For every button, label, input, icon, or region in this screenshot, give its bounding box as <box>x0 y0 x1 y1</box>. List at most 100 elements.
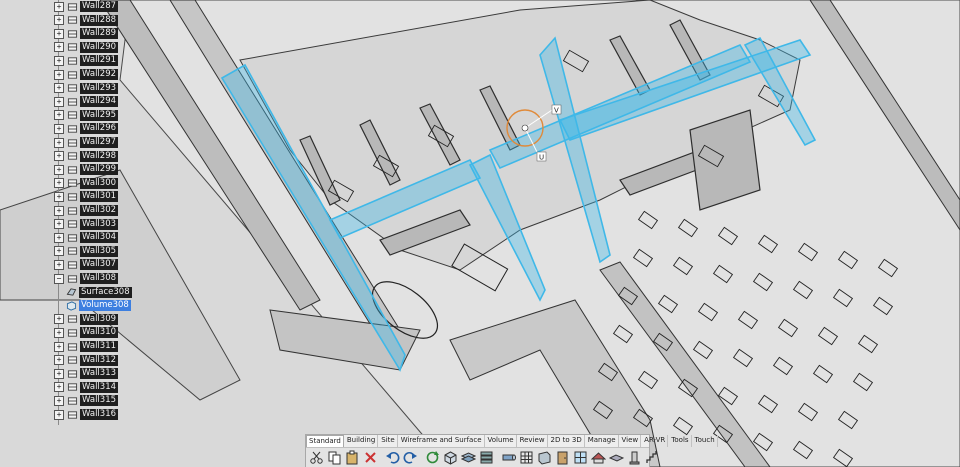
tree-node[interactable]: + Wall295 <box>54 109 119 122</box>
grid-button[interactable] <box>519 450 534 465</box>
tab-wireframe-and-surface[interactable]: Wireframe and Surface <box>399 435 485 447</box>
tree-node[interactable]: + Wall300 <box>54 177 119 190</box>
tree-node[interactable]: + Wall289 <box>54 27 119 40</box>
expand-icon[interactable]: + <box>54 395 64 406</box>
tree-node-label[interactable]: Wall299 <box>80 164 119 176</box>
tree-node-label[interactable]: Wall304 <box>80 232 119 244</box>
expand-icon[interactable]: + <box>54 219 64 230</box>
expand-icon[interactable]: + <box>54 409 64 420</box>
layers-button[interactable] <box>461 450 476 465</box>
tree-node-label[interactable]: Wall313 <box>80 368 119 380</box>
expand-icon[interactable]: + <box>54 123 64 134</box>
expand-icon[interactable]: + <box>54 382 64 393</box>
tab-2d-to-3d[interactable]: 2D to 3D <box>549 435 585 447</box>
tree-node-label[interactable]: Wall312 <box>80 354 119 366</box>
expand-icon[interactable]: + <box>54 368 64 379</box>
slab-button[interactable] <box>609 450 624 465</box>
expand-icon[interactable]: + <box>54 164 64 175</box>
tree-node[interactable]: + Wall303 <box>54 218 119 231</box>
tree-node[interactable]: + Wall301 <box>54 190 119 203</box>
tree-node[interactable]: + Wall307 <box>54 258 119 271</box>
collapse-icon[interactable]: − <box>54 273 64 284</box>
tab-touch[interactable]: Touch <box>693 435 718 447</box>
tree-node-label[interactable]: Wall297 <box>80 137 119 148</box>
expand-icon[interactable]: + <box>54 96 64 107</box>
tree-node-label[interactable]: Volume308 <box>79 300 131 312</box>
tab-manage[interactable]: Manage <box>586 435 619 447</box>
expand-icon[interactable]: + <box>54 151 64 162</box>
tree-node-label[interactable]: Wall293 <box>80 82 119 94</box>
pipe-button[interactable] <box>501 450 516 465</box>
manipulator-center[interactable] <box>521 124 529 132</box>
tree-node-label[interactable]: Wall301 <box>80 191 119 203</box>
tree-node[interactable]: + Wall302 <box>54 204 119 217</box>
redo-button[interactable] <box>403 450 418 465</box>
tree-node[interactable]: Surface308 <box>66 286 132 299</box>
tree-node[interactable]: + Wall312 <box>54 354 119 367</box>
tree-node-label[interactable]: Wall314 <box>80 381 119 393</box>
tree-node-label[interactable]: Wall315 <box>80 395 119 407</box>
tab-standard[interactable]: Standard <box>306 435 344 447</box>
tab-tools[interactable]: Tools <box>669 435 692 447</box>
tab-view[interactable]: View <box>620 435 642 447</box>
tree-node[interactable]: + Wall297 <box>54 136 119 149</box>
expand-icon[interactable]: + <box>54 191 64 202</box>
window-button[interactable] <box>573 450 588 465</box>
tree-node-label[interactable]: Wall305 <box>80 245 119 257</box>
wall-button[interactable] <box>537 450 552 465</box>
tree-node-label[interactable]: Surface308 <box>79 286 132 298</box>
expand-icon[interactable]: + <box>54 178 64 189</box>
specification-tree[interactable]: + Wall287 + Wall288 + Wall289 + Wall290 + Wall291… <box>0 0 135 435</box>
expand-icon[interactable]: + <box>54 55 64 66</box>
tree-node[interactable]: + Wall287 <box>54 0 119 13</box>
expand-icon[interactable]: + <box>54 205 64 216</box>
cut-button[interactable] <box>309 450 324 465</box>
tree-node[interactable]: + Wall304 <box>54 231 119 244</box>
tree-node[interactable]: + Wall299 <box>54 163 119 176</box>
undo-button[interactable] <box>385 450 400 465</box>
expand-icon[interactable]: + <box>54 137 64 148</box>
tree-node[interactable]: + Wall298 <box>54 150 119 163</box>
tree-node-label[interactable]: Wall292 <box>80 69 119 80</box>
tree-node[interactable]: Volume308 <box>66 299 131 312</box>
tree-node-label[interactable]: Wall307 <box>80 259 119 271</box>
expand-icon[interactable]: + <box>54 42 64 53</box>
tab-review[interactable]: Review <box>518 435 548 447</box>
tree-node[interactable]: + Wall296 <box>54 122 119 135</box>
tree-node-label[interactable]: Wall288 <box>80 14 119 26</box>
expand-icon[interactable]: + <box>54 69 64 80</box>
tree-node-label[interactable]: Wall290 <box>80 41 119 53</box>
expand-icon[interactable]: + <box>54 246 64 257</box>
refresh-button[interactable] <box>425 450 440 465</box>
tree-node-label[interactable]: Wall298 <box>80 150 119 162</box>
tab-site[interactable]: Site <box>379 435 398 447</box>
tree-node-label[interactable]: Wall289 <box>80 28 119 40</box>
door-button[interactable] <box>555 450 570 465</box>
tab-building[interactable]: Building <box>345 435 379 447</box>
tree-node[interactable]: + Wall309 <box>54 313 119 326</box>
tree-node[interactable]: + Wall288 <box>54 14 119 27</box>
tree-node[interactable]: + Wall291 <box>54 54 119 67</box>
expand-icon[interactable]: + <box>54 15 64 26</box>
tree-node-label[interactable]: Wall287 <box>80 1 119 12</box>
tree-node-label[interactable]: Wall300 <box>80 177 119 189</box>
expand-icon[interactable]: + <box>54 83 64 94</box>
stair-button[interactable] <box>645 450 660 465</box>
tree-node[interactable]: + Wall294 <box>54 95 119 108</box>
tree-node-label[interactable]: Wall308 <box>80 273 119 284</box>
expand-icon[interactable]: + <box>54 232 64 243</box>
tab-ar-vr[interactable]: AR-VR <box>642 435 669 447</box>
tree-node[interactable]: + Wall314 <box>54 381 119 394</box>
tree-node-label[interactable]: Wall302 <box>80 205 119 216</box>
expand-icon[interactable]: + <box>54 355 64 366</box>
expand-icon[interactable]: + <box>54 327 64 338</box>
stack-button[interactable] <box>479 450 494 465</box>
tree-node[interactable]: + Wall310 <box>54 326 119 339</box>
tree-node-label[interactable]: Wall316 <box>80 409 119 420</box>
paste-button[interactable] <box>345 450 360 465</box>
tree-node[interactable]: + Wall316 <box>54 408 119 421</box>
expand-icon[interactable]: + <box>54 314 64 325</box>
expand-icon[interactable]: + <box>54 341 64 352</box>
tree-node-label[interactable]: Wall295 <box>80 109 119 121</box>
tree-node[interactable]: + Wall311 <box>54 340 119 353</box>
